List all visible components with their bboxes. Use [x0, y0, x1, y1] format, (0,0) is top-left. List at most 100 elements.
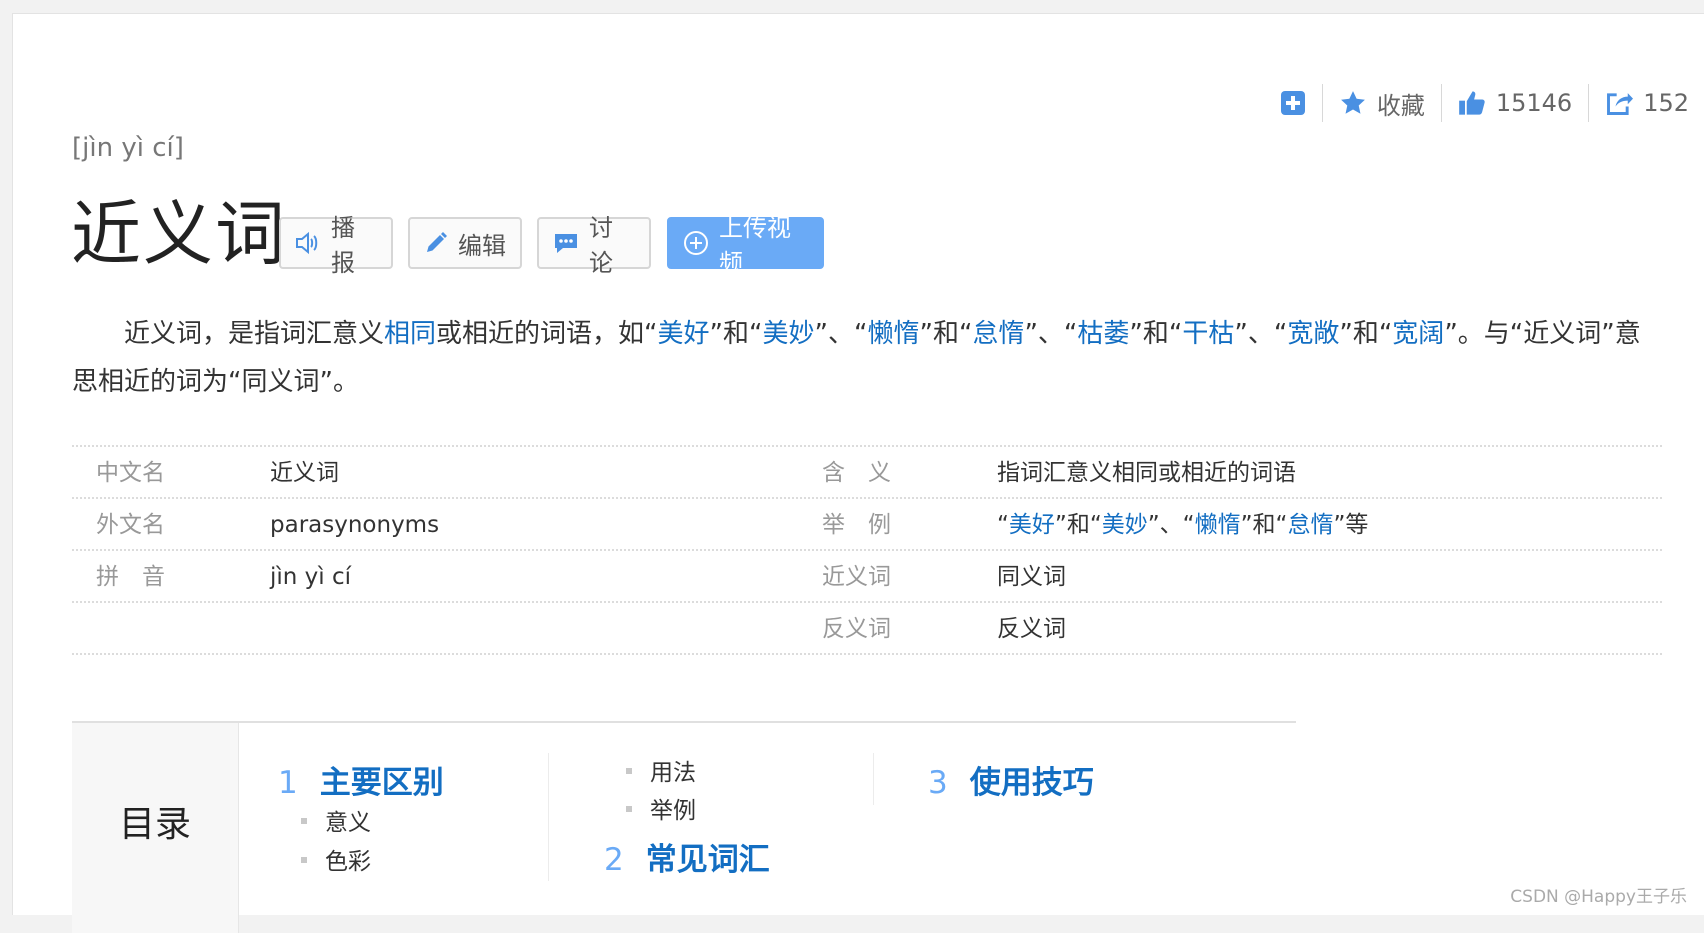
info-key: 反义词	[822, 616, 891, 642]
discuss-button[interactable]: 讨论	[537, 214, 651, 277]
pencil-icon	[424, 231, 448, 255]
term-link[interactable]: 宽阔	[1392, 319, 1444, 349]
term-link[interactable]: 怠惰	[1287, 512, 1333, 538]
term-link[interactable]: 懒惰	[1195, 512, 1241, 538]
watermark: CSDN @Happy王子乐	[1510, 887, 1687, 907]
info-key: 拼 音	[96, 564, 165, 590]
toc-header: 目录	[72, 723, 239, 933]
bullet-icon	[301, 817, 307, 824]
term-link[interactable]: 懒惰	[867, 319, 919, 349]
info-value: 近义词	[270, 460, 339, 486]
info-value: 反义词	[997, 616, 1066, 642]
toc-item[interactable]: 意义	[301, 803, 371, 837]
toc-title: 目录	[118, 804, 191, 845]
plus-circle-icon	[683, 230, 709, 256]
info-key: 外文名	[96, 512, 165, 538]
summary-paragraph: 近义词，是指词汇意义相同或相近的词语，如“美好”和“美妙”、“懒惰”和“怠惰”、…	[72, 310, 1662, 406]
term-link[interactable]: 美妙	[762, 319, 814, 349]
add-button[interactable]	[1264, 80, 1322, 126]
toc-item-label: 意义	[325, 810, 371, 836]
upload-video-button[interactable]: 上传视频	[667, 214, 824, 277]
share-icon	[1605, 89, 1634, 117]
text: ”和“	[1240, 512, 1288, 538]
summary-text: 近义词，是指词汇意义	[124, 319, 385, 349]
toc-item[interactable]: 用法	[626, 753, 696, 787]
like-count: 15146	[1495, 89, 1573, 117]
summary-text: ”和“	[709, 319, 763, 349]
title-pinyin: [jìn yì cí]	[72, 133, 184, 163]
page-card: 收藏 15146 152 [jìn yì cí] 近义词 播报 编辑 讨论 上传…	[12, 13, 1704, 933]
term-link[interactable]: 宽敞	[1287, 319, 1339, 349]
term-link[interactable]: 美妙	[1102, 512, 1148, 538]
info-key: 举 例	[822, 512, 891, 538]
toc-item-label: 色彩	[325, 849, 371, 875]
toc-item-label: 用法	[650, 760, 696, 786]
text: ”和“	[1054, 512, 1102, 538]
summary-text: ”、“	[1234, 319, 1288, 349]
bullet-icon	[626, 805, 632, 812]
broadcast-label: 播报	[331, 214, 355, 277]
term-link[interactable]: 美好	[658, 319, 710, 349]
toc-label: 使用技巧	[969, 765, 1094, 801]
info-key: 含 义	[822, 460, 891, 486]
info-value: 同义词	[997, 564, 1066, 590]
info-value: jìn yì cí	[270, 564, 352, 590]
share-button[interactable]: 152	[1589, 80, 1704, 126]
chat-bubble-icon	[553, 231, 579, 255]
toc-item-label: 举例	[650, 798, 696, 824]
text: “	[997, 512, 1009, 538]
summary-text: ”、“	[814, 319, 868, 349]
bullet-icon	[626, 767, 632, 774]
like-button[interactable]: 15146	[1442, 80, 1588, 126]
text: ”等	[1333, 512, 1369, 538]
term-link[interactable]: 相同	[384, 319, 436, 349]
info-key: 中文名	[96, 460, 165, 486]
text: ”、“	[1147, 512, 1195, 538]
upload-video-label: 上传视频	[719, 214, 791, 277]
top-toolbar: 收藏 15146 152	[1264, 80, 1704, 126]
star-icon	[1339, 89, 1367, 117]
summary-text: ”和“	[919, 319, 973, 349]
share-count: 152	[1643, 89, 1689, 117]
favorite-button[interactable]: 收藏	[1323, 80, 1441, 126]
term-link[interactable]: 怠惰	[972, 319, 1024, 349]
term-link[interactable]: 枯萎	[1077, 319, 1129, 349]
toc-item[interactable]: 举例	[626, 791, 696, 825]
toc-item[interactable]: 色彩	[301, 842, 371, 876]
info-value: parasynonyms	[270, 512, 440, 538]
toc-section-3[interactable]: 3 使用技巧	[928, 757, 1094, 802]
toc-number: 2	[604, 842, 624, 878]
term-link[interactable]: 美好	[1009, 512, 1055, 538]
speaker-icon	[295, 231, 321, 255]
info-row: 拼 音 jìn yì cí 近义词 同义词	[72, 551, 1662, 603]
broadcast-button[interactable]: 播报	[279, 214, 393, 277]
toc-number: 3	[928, 765, 948, 801]
toc-section-1[interactable]: 1 主要区别	[278, 757, 444, 802]
edit-label: 编辑	[458, 231, 506, 260]
summary-text: ”、“	[1024, 319, 1078, 349]
page-title: 近义词	[71, 193, 287, 275]
plus-square-icon	[1280, 90, 1306, 116]
info-value-examples: “美好”和“美妙”、“懒惰”和“怠惰”等	[997, 499, 1368, 551]
info-row: 反义词 反义词	[72, 603, 1662, 655]
toc-section-2[interactable]: 2 常见词汇	[604, 834, 770, 879]
bullet-icon	[301, 856, 307, 863]
column-divider	[873, 753, 874, 805]
info-value: 指词汇意义相同或相近的词语	[997, 460, 1296, 486]
discuss-label: 讨论	[589, 214, 613, 277]
info-row: 外文名 parasynonyms 举 例 “美好”和“美妙”、“懒惰”和“怠惰”…	[72, 499, 1662, 551]
summary-text: 或相近的词语，如“	[436, 319, 658, 349]
summary-text: ”和“	[1339, 319, 1393, 349]
favorite-label: 收藏	[1376, 91, 1425, 120]
toc-number: 1	[278, 765, 298, 801]
column-divider	[548, 753, 549, 881]
info-row: 中文名 近义词 含 义 指词汇意义相同或相近的词语	[72, 445, 1662, 499]
info-box: 中文名 近义词 含 义 指词汇意义相同或相近的词语 外文名 parasynony…	[72, 445, 1662, 655]
edit-button[interactable]: 编辑	[408, 217, 522, 269]
table-of-contents: 目录 1 主要区别 意义 色彩 用法 举例 2 常见词汇 3 使用技巧	[72, 721, 1296, 933]
toc-label: 常见词汇	[645, 842, 770, 878]
info-key: 近义词	[822, 564, 891, 590]
summary-text: ”和“	[1129, 319, 1183, 349]
term-link[interactable]: 干枯	[1182, 319, 1234, 349]
toc-label: 主要区别	[319, 765, 444, 801]
